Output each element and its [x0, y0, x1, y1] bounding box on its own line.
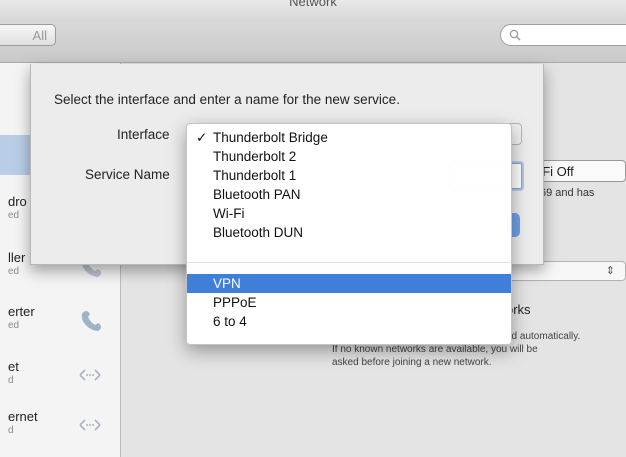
menu-item-thunderbolt-1[interactable]: Thunderbolt 1 [187, 166, 511, 185]
menu-item-label: 6 to 4 [213, 314, 247, 329]
menu-item-vpn[interactable]: VPN [187, 274, 511, 293]
service-name: et [8, 359, 19, 374]
interface-label: Interface [117, 127, 170, 142]
status-text: 69 and has [540, 187, 595, 199]
service-name: dro [8, 194, 27, 209]
menu-item-label: VPN [213, 276, 241, 291]
desc-line: asked before joining a new network. [332, 357, 492, 368]
search-icon [509, 29, 521, 41]
service-item[interactable]: et d [0, 355, 120, 403]
menu-item-6-to-4[interactable]: 6 to 4 [187, 312, 511, 331]
window-title: Network [289, 0, 337, 9]
sheet-prompt: Select the interface and enter a name fo… [54, 92, 400, 107]
search-field[interactable] [500, 24, 626, 46]
show-all-button[interactable]: All [0, 24, 56, 46]
service-status: ed [8, 320, 20, 331]
service-name: ernet [8, 409, 38, 424]
service-status: ed [8, 210, 20, 221]
service-item[interactable]: erter ed [0, 300, 120, 348]
ethernet-icon [79, 369, 101, 381]
service-status: ed [8, 266, 20, 277]
menu-item-label: Bluetooth PAN [213, 187, 301, 202]
menu-item-bluetooth-pan[interactable]: Bluetooth PAN [187, 185, 511, 204]
title-bar: Network [0, 0, 626, 23]
checkmark-icon: ✓ [196, 130, 208, 145]
menu-item-bluetooth-dun[interactable]: Bluetooth DUN [187, 223, 511, 242]
menu-item-thunderbolt-2[interactable]: Thunderbolt 2 [187, 147, 511, 166]
menu-item-label: Thunderbolt Bridge [213, 130, 328, 145]
toolbar: All [0, 22, 626, 63]
ethernet-icon [79, 419, 101, 431]
service-status: d [8, 425, 14, 436]
service-name: erter [8, 304, 35, 319]
menu-separator [187, 262, 511, 263]
menu-item-label: Wi-Fi [213, 206, 245, 221]
menu-item-pppoe[interactable]: PPPoE [187, 293, 511, 312]
service-item[interactable]: ernet d [0, 405, 120, 453]
interface-dropdown-menu: ✓ Thunderbolt Bridge Thunderbolt 2 Thund… [186, 123, 512, 345]
service-name: ller [8, 250, 26, 265]
phone-icon [81, 311, 101, 331]
service-name-label: Service Name [85, 167, 170, 182]
menu-item-label: Thunderbolt 2 [213, 149, 297, 164]
select-arrows-icon: ⇕ [605, 265, 615, 277]
menu-item-label: PPPoE [213, 295, 257, 310]
menu-item-thunderbolt-bridge[interactable]: ✓ Thunderbolt Bridge [187, 128, 511, 147]
menu-item-wi-fi[interactable]: Wi-Fi [187, 204, 511, 223]
menu-item-label: Bluetooth DUN [213, 225, 304, 240]
menu-item-label: Thunderbolt 1 [213, 168, 297, 183]
service-status: d [8, 375, 14, 386]
